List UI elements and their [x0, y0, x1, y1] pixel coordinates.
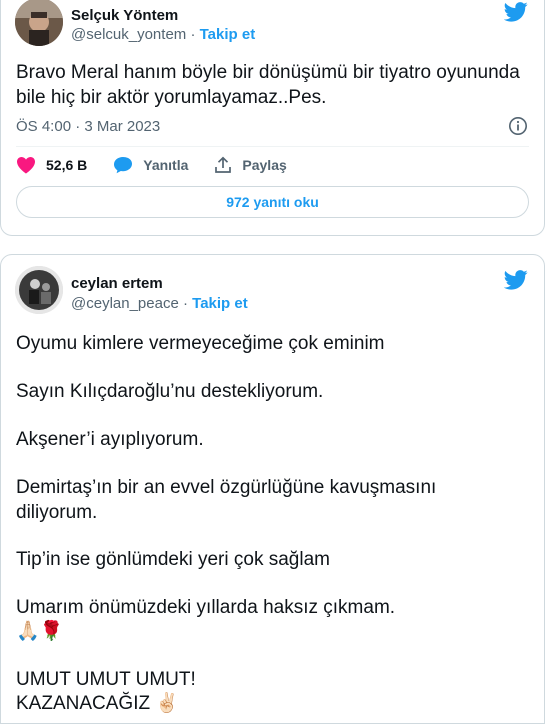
twitter-bird-icon[interactable] [504, 2, 528, 22]
avatar-ceylan[interactable] [15, 266, 63, 314]
tweet-line: KAZANACAĞIZ ✌🏻 [16, 693, 180, 714]
reply-bubble-icon [114, 157, 133, 174]
read-replies-button[interactable]: 972 yanıtı oku [16, 186, 529, 218]
heart-icon [17, 157, 35, 174]
share-action[interactable]: Paylaş [214, 156, 287, 174]
separator: · [190, 26, 196, 43]
timestamp[interactable]: ÖS 4:00 · 3 Mar 2023 [16, 118, 160, 135]
handle-line: @selcuk_yontem · Takip et [71, 26, 255, 43]
follow-button[interactable]: Takip et [192, 295, 248, 312]
like-count: 52,6 B [46, 157, 88, 173]
tweet-line: Umarım önümüzdeki yıllarda haksız çıkmam… [16, 597, 396, 618]
tweet-card-1: Selçuk Yöntem @selcuk_yontem · Takip et … [0, 0, 545, 236]
handle[interactable]: @ceylan_peace [71, 295, 179, 312]
avatar-selcuk[interactable] [15, 0, 63, 46]
reply-action[interactable]: Yanıtla [113, 156, 188, 174]
handle-line: @ceylan_peace · Takip et [71, 295, 248, 312]
twitter-bird-icon[interactable] [504, 270, 528, 290]
share-icon [215, 156, 232, 173]
display-name[interactable]: Selçuk Yöntem [71, 7, 178, 24]
tweet-line: Sayın Kılıçdaroğlu’nu destekliyorum. [16, 381, 324, 402]
display-name[interactable]: ceylan ertem [71, 275, 163, 292]
action-bar: 52,6 B Yanıtla Paylaş [16, 156, 313, 174]
follow-button[interactable]: Takip et [200, 26, 256, 43]
tweet-line: Tip’in ise gönlümdeki yeri çok sağlam [16, 549, 330, 570]
tweet-line: Demirtaş’ın bir an evvel özgürlüğüne kav… [16, 477, 442, 523]
tweet-text: Bravo Meral hanım böyle bir dönüşümü bir… [16, 62, 520, 108]
handle[interactable]: @selcuk_yontem [71, 26, 186, 43]
tweet-line: UMUT UMUT UMUT! [16, 669, 196, 690]
divider [16, 146, 529, 147]
tweet-line: Oyumu kimlere vermeyeceğime çok eminim [16, 333, 385, 354]
reply-label: Yanıtla [143, 157, 189, 173]
info-icon[interactable] [508, 116, 528, 136]
separator: · [182, 295, 188, 312]
like-action[interactable]: 52,6 B [16, 156, 87, 174]
tweet-card-2: ceylan ertem @ceylan_peace · Takip et Oy… [0, 254, 545, 724]
tweet-line: Akşener’i ayıplıyorum. [16, 429, 204, 450]
share-label: Paylaş [242, 157, 287, 173]
emoji-line: 🙏🏻🌹 [16, 621, 64, 642]
